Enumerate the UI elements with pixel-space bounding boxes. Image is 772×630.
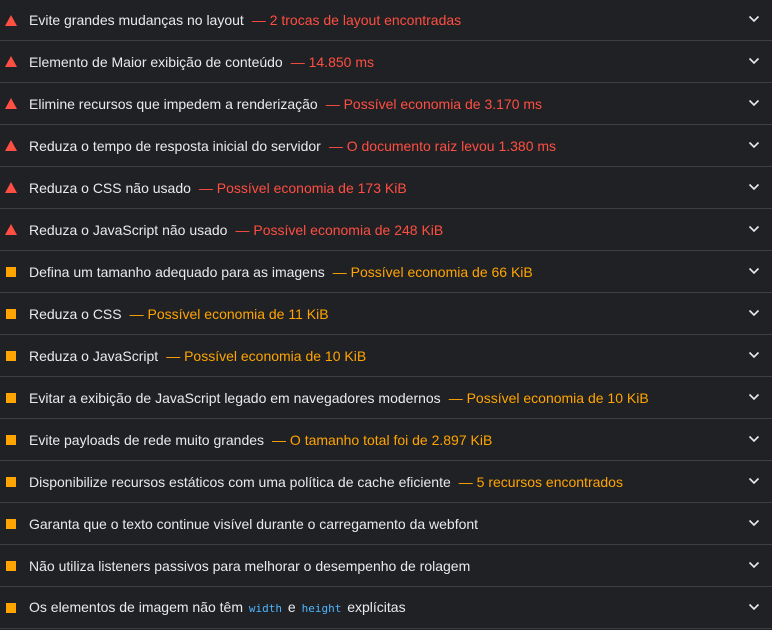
audit-row-13[interactable]: Garanta que o texto continue visível dur… bbox=[0, 503, 772, 545]
audit-row-11[interactable]: Evite payloads de rede muito grandes — O… bbox=[0, 419, 772, 461]
audit-title: Elimine recursos que impedem a renderiza… bbox=[29, 95, 318, 112]
orange-square-icon bbox=[4, 265, 18, 279]
chevron-down-icon[interactable] bbox=[748, 13, 760, 25]
audit-title: Disponibilize recursos estáticos com uma… bbox=[29, 473, 451, 490]
warning-triangle-icon bbox=[4, 181, 18, 195]
audit-title: Evite payloads de rede muito grandes bbox=[29, 431, 265, 448]
audit-title: Defina um tamanho adequado para as image… bbox=[29, 263, 325, 280]
audit-display-value: — 5 recursos encontrados bbox=[458, 473, 623, 490]
audit-title: Reduza o JavaScript não usado bbox=[29, 221, 228, 238]
audit-row-7[interactable]: Defina um tamanho adequado para as image… bbox=[0, 251, 772, 293]
audit-row-10[interactable]: Evitar a exibição de JavaScript legado e… bbox=[0, 377, 772, 419]
audit-title-suffix: explícitas bbox=[347, 598, 406, 615]
audit-display-value: — 2 trocas de layout encontradas bbox=[251, 12, 462, 28]
warning-triangle-icon bbox=[4, 223, 18, 237]
audit-row-8[interactable]: Reduza o CSS — Possível economia de 11 K… bbox=[0, 293, 772, 335]
audit-row-14[interactable]: Não utiliza listeners passivos para melh… bbox=[0, 545, 772, 587]
audit-row-3[interactable]: Elimine recursos que impedem a renderiza… bbox=[0, 83, 772, 125]
orange-square-icon bbox=[4, 601, 18, 615]
orange-square-icon bbox=[4, 391, 18, 405]
audit-row-6[interactable]: Reduza o JavaScript não usado — Possível… bbox=[0, 209, 772, 251]
chevron-down-icon[interactable] bbox=[748, 97, 760, 109]
warning-triangle-icon bbox=[4, 139, 18, 153]
chevron-down-icon[interactable] bbox=[748, 475, 760, 487]
audit-display-value: — Possível economia de 11 KiB bbox=[129, 305, 329, 322]
chevron-down-icon[interactable] bbox=[748, 433, 760, 445]
audit-display-value: — Possível economia de 3.170 ms bbox=[325, 95, 543, 112]
warning-triangle-icon bbox=[4, 55, 18, 69]
warning-triangle-icon bbox=[4, 97, 18, 111]
audit-row-5[interactable]: Reduza o CSS não usado — Possível econom… bbox=[0, 167, 772, 209]
audit-display-value: — 14.850 ms bbox=[290, 53, 374, 70]
chevron-down-icon[interactable] bbox=[748, 265, 760, 277]
chevron-down-icon[interactable] bbox=[748, 349, 760, 361]
orange-square-icon bbox=[4, 349, 18, 363]
chevron-down-icon[interactable] bbox=[748, 391, 760, 403]
audit-row-9[interactable]: Reduza o JavaScript — Possível economia … bbox=[0, 335, 772, 377]
audit-title: Elemento de Maior exibição de conteúdo bbox=[29, 53, 283, 70]
audit-title-conjunction: e bbox=[287, 598, 296, 615]
warning-triangle-icon bbox=[4, 13, 18, 27]
audit-title: Os elementos de imagem não têm width e h… bbox=[29, 598, 406, 618]
audit-row-12[interactable]: Disponibilize recursos estáticos com uma… bbox=[0, 461, 772, 503]
audit-title-prefix: Os elementos de imagem não têm bbox=[29, 598, 243, 615]
orange-square-icon bbox=[4, 307, 18, 321]
chevron-down-icon[interactable] bbox=[748, 601, 760, 613]
orange-square-icon bbox=[4, 559, 18, 573]
audit-display-value: — Possível economia de 173 KiB bbox=[198, 179, 407, 196]
audit-row-1[interactable]: Evite grandes mudanças no layout — 2 tro… bbox=[0, 0, 772, 41]
audit-display-value: — O documento raiz levou 1.380 ms bbox=[328, 137, 557, 154]
chevron-down-icon[interactable] bbox=[748, 139, 760, 151]
chevron-down-icon[interactable] bbox=[748, 181, 760, 193]
audit-title: Reduza o CSS não usado bbox=[29, 179, 191, 196]
audit-display-value: — Possível economia de 10 KiB bbox=[448, 389, 649, 406]
audit-row-15[interactable]: Os elementos de imagem não têm width e h… bbox=[0, 587, 772, 629]
audit-display-value: — Possível economia de 248 KiB bbox=[235, 221, 444, 238]
chevron-down-icon[interactable] bbox=[748, 55, 760, 67]
audit-display-value: — O tamanho total foi de 2.897 KiB bbox=[272, 431, 493, 448]
chevron-down-icon[interactable] bbox=[748, 559, 760, 571]
audit-row-2[interactable]: Elemento de Maior exibição de conteúdo —… bbox=[0, 41, 772, 83]
chevron-down-icon[interactable] bbox=[748, 307, 760, 319]
code-width: width bbox=[248, 601, 283, 615]
audit-title: Evitar a exibição de JavaScript legado e… bbox=[29, 389, 441, 406]
audit-title: Reduza o tempo de resposta inicial do se… bbox=[29, 137, 321, 154]
audit-title: Reduza o JavaScript bbox=[29, 347, 159, 364]
code-height: height bbox=[301, 601, 342, 615]
orange-square-icon bbox=[4, 475, 18, 489]
chevron-down-icon[interactable] bbox=[748, 223, 760, 235]
audit-list: Evite grandes mudanças no layout — 2 tro… bbox=[0, 0, 772, 629]
audit-display-value: — Possível economia de 66 KiB bbox=[332, 263, 533, 280]
audit-title: Evite grandes mudanças no layout bbox=[29, 12, 244, 28]
chevron-down-icon[interactable] bbox=[748, 517, 760, 529]
audit-title: Não utiliza listeners passivos para melh… bbox=[29, 557, 471, 574]
orange-square-icon bbox=[4, 517, 18, 531]
orange-square-icon bbox=[4, 433, 18, 447]
audit-title: Garanta que o texto continue visível dur… bbox=[29, 515, 479, 532]
audit-title: Reduza o CSS bbox=[29, 305, 122, 322]
audit-display-value: — Possível economia de 10 KiB bbox=[166, 347, 367, 364]
audit-row-4[interactable]: Reduza o tempo de resposta inicial do se… bbox=[0, 125, 772, 167]
